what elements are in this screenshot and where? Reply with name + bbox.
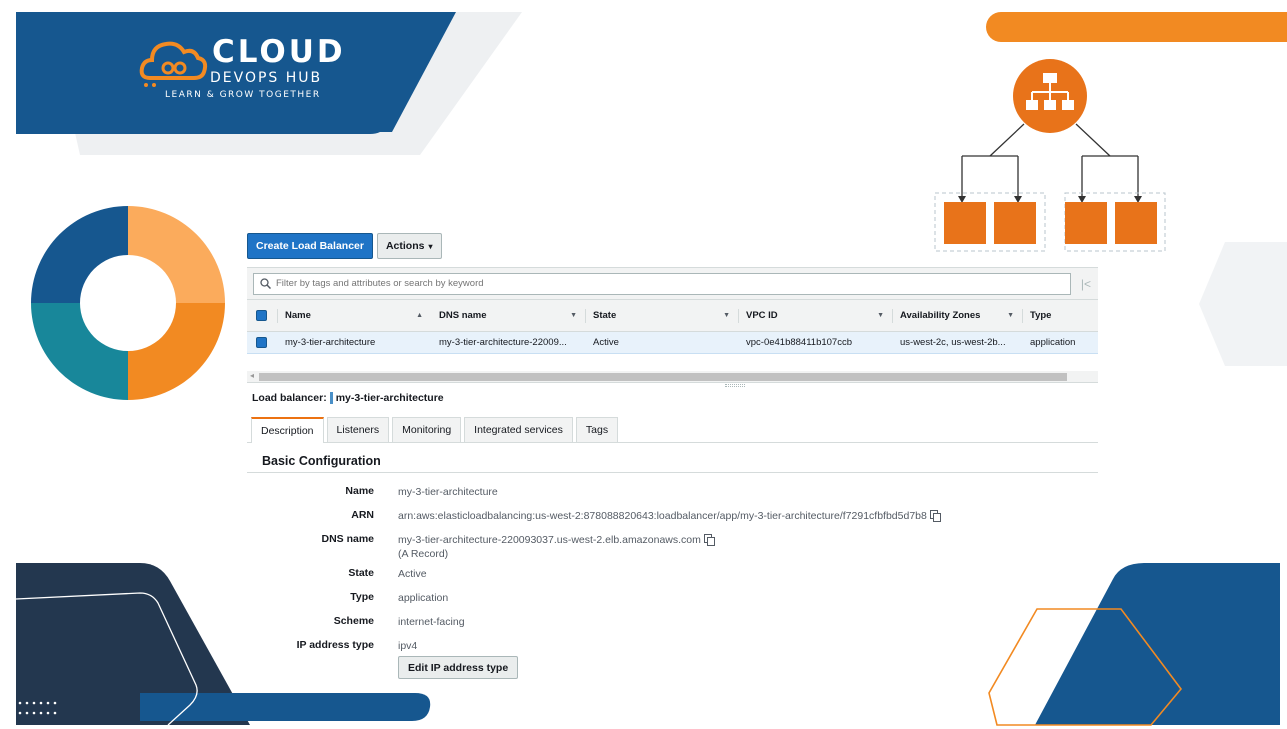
cell-name: my-3-tier-architecture — [285, 337, 376, 348]
first-page-icon[interactable]: |< — [1081, 277, 1091, 291]
column-header-name[interactable]: Name ▲ — [277, 300, 431, 331]
detail-tabs: Description Listeners Monitoring Integra… — [247, 417, 1098, 443]
copy-icon[interactable] — [703, 534, 715, 546]
cell-dns: my-3-tier-architecture-22009... — [439, 337, 567, 348]
search-field[interactable] — [253, 272, 1071, 295]
panel-resize-handle[interactable] — [725, 384, 745, 387]
row-select-cell[interactable] — [247, 332, 277, 353]
sort-icon: ▼ — [877, 312, 884, 319]
table-row[interactable]: my-3-tier-architecture my-3-tier-archite… — [247, 332, 1098, 354]
field-arn: ARN arn:aws:elasticloadbalancing:us-west… — [247, 503, 1098, 527]
tab-description[interactable]: Description — [251, 417, 324, 443]
select-all-cell[interactable] — [247, 300, 277, 331]
cell-type: application — [1030, 337, 1076, 348]
sort-icon: ▼ — [570, 312, 577, 319]
edit-ip-address-type-button[interactable]: Edit IP address type — [398, 656, 519, 679]
field-type: Type application — [350, 591, 449, 604]
field-state: State Active — [348, 567, 427, 580]
filter-bar: |< — [247, 267, 1098, 300]
dns-value: my-3-tier-architecture-220093037.us-west… — [398, 534, 701, 546]
copy-icon[interactable] — [929, 510, 941, 522]
field-name: Name my-3-tier-architecture — [345, 485, 498, 498]
slide: CLOUD DEVOPS HUB LEARN & GROW TOGETHER C… — [0, 0, 1287, 729]
tab-integrated-services[interactable]: Integrated services — [464, 417, 573, 442]
horizontal-scrollbar[interactable]: ◂ — [247, 371, 1098, 387]
row-checkbox[interactable] — [256, 337, 267, 348]
sort-asc-icon: ▲ — [416, 312, 423, 319]
selection-marker — [329, 392, 333, 404]
tab-monitoring[interactable]: Monitoring — [392, 417, 462, 442]
load-balancer-diagram — [934, 59, 1166, 252]
actions-dropdown[interactable]: Actions ▾ — [376, 233, 442, 259]
table-header: Name ▲ DNS name ▼ State ▼ VPC ID ▼ Availabil… — [247, 300, 1098, 332]
cell-state: Active — [593, 337, 619, 348]
actions-label: Actions — [385, 240, 425, 252]
brand-tagline: LEARN & GROW TOGETHER — [165, 90, 321, 100]
select-all-checkbox[interactable] — [256, 310, 267, 321]
column-header-state[interactable]: State ▼ — [585, 300, 738, 331]
scroll-left-icon[interactable]: ◂ — [250, 371, 254, 380]
tab-tags[interactable]: Tags — [575, 417, 619, 442]
column-header-dns[interactable]: DNS name ▼ — [431, 300, 585, 331]
cell-az: us-west-2c, us-west-2b... — [900, 337, 1006, 348]
column-header-type[interactable]: Type — [1022, 300, 1098, 331]
sort-icon: ▼ — [723, 312, 730, 319]
toolbar: Create Load Balancer Actions ▾ — [247, 232, 1098, 260]
ip-type-value: ipv4 — [398, 640, 418, 652]
create-load-balancer-button[interactable]: Create Load Balancer — [247, 233, 373, 259]
field-ip-address-type: IP address type ipv4 Edit IP address typ… — [247, 633, 1098, 679]
chevron-down-icon: ▾ — [428, 241, 433, 251]
scrollbar-thumb[interactable] — [259, 373, 1067, 381]
arn-value: arn:aws:elasticloadbalancing:us-west-2:8… — [398, 510, 927, 522]
sort-icon: ▼ — [1007, 312, 1014, 319]
field-dns: DNS name my-3-tier-architecture-22009303… — [247, 527, 1098, 561]
section-title: Basic Configuration — [247, 454, 1098, 473]
search-input[interactable] — [276, 278, 1066, 289]
brand-line1: CLOUD — [212, 34, 346, 70]
load-balancer-console: Create Load Balancer Actions ▾ |< Name▲ … — [247, 232, 1098, 679]
tab-listeners[interactable]: Listeners — [326, 417, 390, 442]
brand-line2: DEVOPS HUB — [210, 70, 323, 86]
basic-configuration: Name my-3-tier-architecture ARN arn:aws:… — [247, 479, 1098, 679]
field-scheme: Scheme internet-facing — [333, 615, 465, 628]
column-header-az[interactable]: Availability Zones ▼ — [892, 300, 1022, 331]
donut-decoration — [31, 206, 225, 400]
hexagon-decoration-right — [1199, 242, 1287, 366]
dns-record-note: (A Record) — [398, 548, 449, 560]
column-header-vpc[interactable]: VPC ID ▼ — [738, 300, 892, 331]
search-icon — [260, 278, 271, 289]
cell-vpc: vpc-0e41b88411b107ccb — [746, 337, 852, 348]
selected-load-balancer-title: Load balancer: my-3-tier-architecture — [252, 392, 444, 404]
cloud-logo-icon — [139, 41, 208, 87]
orange-pill-decoration — [986, 12, 1287, 42]
